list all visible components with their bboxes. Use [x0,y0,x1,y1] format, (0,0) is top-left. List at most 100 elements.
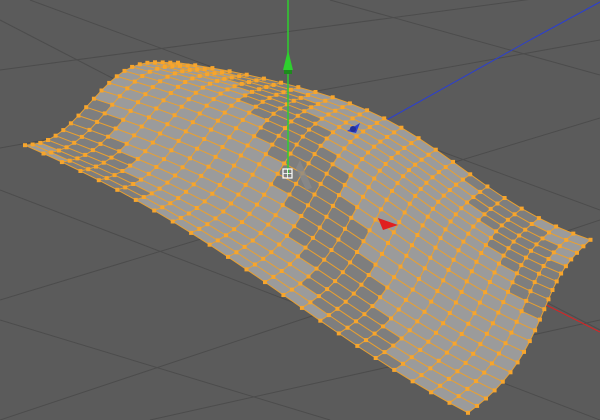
mesh-point[interactable] [436,358,441,363]
mesh-point[interactable] [489,361,494,366]
mesh-point[interactable] [392,367,397,372]
mesh-point[interactable] [114,74,119,79]
mesh-point[interactable] [273,213,278,218]
mesh-point[interactable] [325,287,330,292]
mesh-point[interactable] [372,176,377,181]
mesh-point[interactable] [186,211,191,216]
mesh-point[interactable] [67,158,72,163]
mesh-point[interactable] [401,174,406,179]
mesh-point[interactable] [257,87,262,92]
mesh-point[interactable] [428,255,433,260]
mesh-point[interactable] [234,126,239,131]
mesh-point[interactable] [94,164,98,169]
mesh-point[interactable] [492,270,497,275]
mesh-point[interactable] [365,108,370,113]
mesh-point[interactable] [76,113,81,118]
mesh-point[interactable] [295,254,300,259]
mesh-point[interactable] [190,120,195,125]
mesh-point[interactable] [354,134,359,139]
viewport-canvas[interactable] [0,0,600,420]
mesh-point[interactable] [447,188,452,192]
mesh-point[interactable] [529,248,533,253]
mesh-point[interactable] [415,319,420,324]
mesh-point[interactable] [569,257,574,262]
mesh-point[interactable] [165,74,170,79]
mesh-point[interactable] [382,350,387,355]
mesh-point[interactable] [510,280,515,285]
mesh-point[interactable] [395,181,400,186]
mesh-point[interactable] [158,79,163,84]
mesh-point[interactable] [236,192,241,197]
mesh-point[interactable] [87,127,92,132]
mesh-point[interactable] [559,271,564,276]
mesh-point[interactable] [324,171,329,176]
mesh-point[interactable] [370,304,375,309]
mesh-point[interactable] [550,288,555,292]
mesh-point[interactable] [150,140,155,145]
mesh-point[interactable] [132,133,137,138]
mesh-point[interactable] [252,262,257,267]
mesh-point[interactable] [139,124,144,129]
mesh-point[interactable] [306,203,310,208]
mesh-point[interactable] [515,360,520,365]
mesh-point[interactable] [495,201,500,206]
mesh-point[interactable] [292,224,297,229]
mesh-point[interactable] [197,111,202,116]
mesh-point[interactable] [537,317,542,322]
mesh-point[interactable] [237,74,242,79]
mesh-point[interactable] [265,118,270,123]
mesh-point[interactable] [271,111,276,116]
mesh-point[interactable] [102,111,107,116]
mesh-point[interactable] [536,216,541,221]
mesh-point[interactable] [330,95,335,100]
mesh-point[interactable] [245,143,250,148]
mesh-point[interactable] [354,164,359,169]
mesh-point[interactable] [211,97,216,102]
mesh-point[interactable] [250,172,255,177]
mesh-point[interactable] [191,182,196,187]
mesh-point[interactable] [298,95,303,100]
mesh-point[interactable] [372,144,377,149]
mesh-point[interactable] [250,238,255,243]
mesh-point[interactable] [528,289,533,294]
mesh-point[interactable] [488,206,493,211]
mesh-point[interactable] [396,307,401,312]
mesh-point[interactable] [244,267,249,272]
mesh-point[interactable] [425,214,430,219]
mesh-point[interactable] [149,191,154,196]
mesh-point[interactable] [141,195,146,200]
mesh-point[interactable] [255,202,259,207]
mesh-point[interactable] [460,177,465,182]
mesh-point[interactable] [84,105,89,110]
mesh-point[interactable] [478,189,483,194]
mesh-point[interactable] [302,109,307,114]
mesh-point[interactable] [546,297,551,302]
mesh-point[interactable] [283,126,287,131]
mesh-point[interactable] [342,146,347,151]
mesh-point[interactable] [410,243,414,248]
mesh-point[interactable] [215,78,220,83]
mesh-point[interactable] [183,129,188,134]
mesh-point[interactable] [217,183,222,187]
mesh-point[interactable] [355,250,359,254]
mesh-point[interactable] [120,169,125,173]
mesh-point[interactable] [355,343,360,348]
mesh-point[interactable] [343,226,347,231]
mesh-point[interactable] [340,105,345,110]
mesh-point[interactable] [180,69,185,74]
mesh-point[interactable] [243,93,248,98]
mesh-point[interactable] [258,231,263,236]
mesh-point[interactable] [453,212,458,217]
mesh-point[interactable] [511,239,516,244]
mesh-point[interactable] [401,361,405,366]
mesh-point[interactable] [125,86,130,91]
mesh-point[interactable] [335,306,340,311]
mesh-point[interactable] [98,141,103,146]
mesh-point[interactable] [452,341,457,346]
mesh-point[interactable] [317,225,322,230]
mesh-point[interactable] [336,237,341,242]
mesh-point[interactable] [377,168,382,173]
mesh-point[interactable] [232,84,237,89]
mesh-point[interactable] [557,244,562,249]
mesh-point[interactable] [482,212,487,217]
